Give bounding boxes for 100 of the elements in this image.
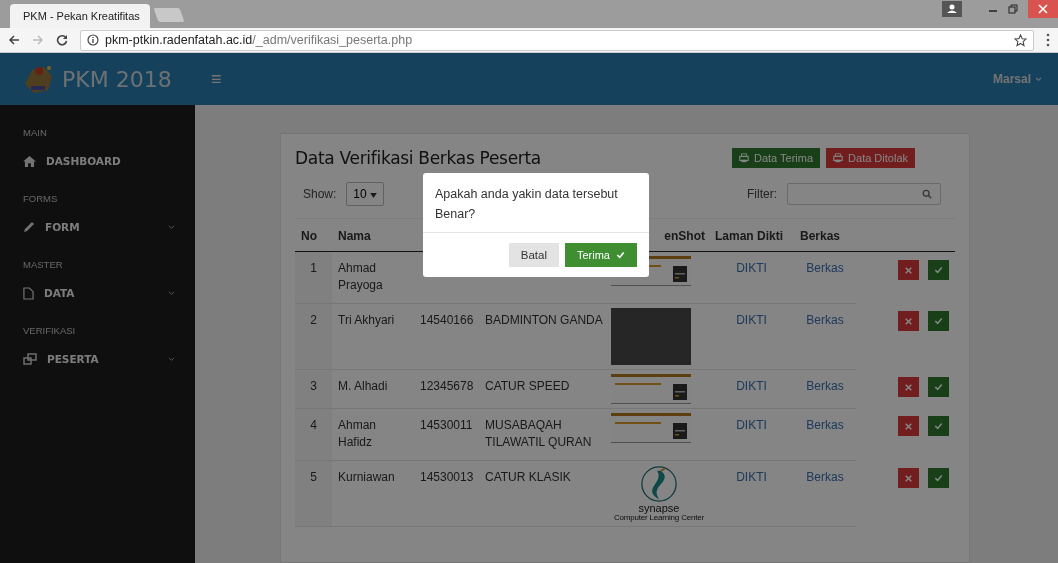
column-header[interactable]: Nama [338,229,371,243]
accept-button[interactable] [928,311,949,332]
table-cell: 4 [310,417,317,432]
reject-button[interactable] [898,311,919,332]
cancel-button[interactable]: Batal [508,243,559,267]
confirm-button[interactable]: Terima [565,243,637,267]
column-header[interactable]: Laman Dikti [715,229,783,243]
table-cell: CATUR SPEED [485,378,570,393]
dikti-link[interactable]: DIKTI [736,417,767,432]
printer-icon [833,153,844,163]
menu-icon[interactable]: ≡ [211,68,222,90]
table-cell: 14530013 [420,469,474,484]
berkas-link[interactable]: Berkas [806,417,844,432]
sidebar-item[interactable]: FORM [0,219,195,235]
reject-button[interactable] [898,377,919,398]
print-button[interactable]: Data Terima [731,148,821,168]
sidebar-item[interactable]: DASHBOARD [0,153,195,169]
pencil-icon [23,221,35,233]
section-heading: MAIN [22,127,48,138]
table-cell: 1 [310,261,317,275]
address-field[interactable]: pkm-ptkin.radenfatah.ac.id/_adm/verifikasi_peserta.php [80,29,1034,51]
reject-button[interactable] [898,416,919,437]
accept-button[interactable] [928,468,949,489]
page-size-select[interactable]: 10 [346,182,385,206]
berkas-link[interactable]: Berkas [806,378,844,393]
chevron-down-icon [168,356,175,362]
screenshot-thumbnail[interactable] [611,373,691,404]
printer-icon [738,153,749,163]
table-cell: BADMINTON GANDA [485,312,603,327]
table-cell: Ahmad Prayoga [338,261,383,293]
browser-tab[interactable]: PKM - Pekan Kreatifitas [10,4,150,28]
table-cell: 12345678 [420,378,474,393]
table-cell: 14540166 [420,312,474,327]
logo-thumbnail[interactable]: synapse Computer Learning Center [611,464,707,523]
chevron-down-icon [168,290,175,296]
caret-icon [370,193,378,198]
table-cell: 14530011 [420,417,473,432]
check-icon [616,251,625,259]
column-header[interactable]: enShot [664,229,705,243]
table-cell: Tri Akhyari [338,312,395,327]
windows-icon [23,353,37,365]
filter-label: Filter: [747,187,777,201]
berkas-link[interactable]: Berkas [806,312,844,327]
table-cell: 5 [310,469,317,484]
maximize-icon[interactable] [1008,4,1018,14]
section-heading: MASTER [22,259,64,270]
forward-icon[interactable] [32,34,44,46]
dikti-link[interactable]: DIKTI [736,469,767,484]
check-icon [934,266,943,274]
close-icon[interactable] [1028,0,1058,18]
dikti-link[interactable]: DIKTI [736,261,767,275]
check-icon [934,317,943,326]
filter-field[interactable] [787,183,941,205]
accept-button[interactable] [928,260,949,280]
table-cell: CATUR KLASIK [485,469,571,484]
screenshot-thumbnail[interactable] [611,412,691,443]
brand-title[interactable]: PKM 2018 [62,66,172,92]
back-icon[interactable] [8,34,20,46]
accept-button[interactable] [928,377,949,398]
reload-icon[interactable] [56,34,68,46]
table-cell: Kurniawan [338,469,395,484]
more-icon[interactable] [1046,33,1050,47]
cross-icon [905,266,912,274]
info-icon [87,34,99,46]
section-heading: VERIFIKASI [22,325,77,336]
cross-icon [905,474,912,482]
tab-title: PKM - Pekan Kreatifitas [23,10,140,22]
dialog-message: Apakah anda yakin data tersebut Benar? [423,173,649,233]
user-icon[interactable] [942,1,962,17]
dikti-link[interactable]: DIKTI [736,312,767,327]
reject-button[interactable] [898,260,919,280]
section-heading: FORMS [22,193,59,204]
reject-button[interactable] [898,468,919,489]
check-icon [934,383,943,392]
sidebar-item[interactable]: PESERTA [0,351,195,367]
search-icon [922,189,932,199]
berkas-link[interactable]: Berkas [806,261,844,275]
table-cell: M. Alhadi [338,378,388,393]
column-header[interactable]: Berkas [800,229,841,243]
print-button[interactable]: Data Ditolak [826,148,915,168]
berkas-link[interactable]: Berkas [806,469,844,484]
table-cell: 3 [310,378,317,393]
dikti-link[interactable]: DIKTI [736,378,767,393]
caret-icon [1035,76,1042,82]
chevron-down-icon [168,224,175,230]
star-icon[interactable] [1014,33,1027,47]
user-menu[interactable]: Marsal [992,72,1042,86]
panel-title: Data Verifikasi Berkas Peserta [295,148,541,168]
table-cell: 2 [310,312,317,327]
check-icon [934,422,943,431]
sidebar-item[interactable]: DATA [0,285,195,301]
file-icon [23,286,34,300]
cross-icon [905,383,912,391]
show-label: Show: [303,187,337,201]
column-header[interactable]: No [301,229,317,243]
table-cell: MUSABAQAH TILAWATIL QURAN [485,417,592,450]
accept-button[interactable] [928,416,949,437]
table-cell: Ahman Hafidz [338,417,377,450]
cross-icon [905,317,912,325]
home-icon [23,155,36,167]
